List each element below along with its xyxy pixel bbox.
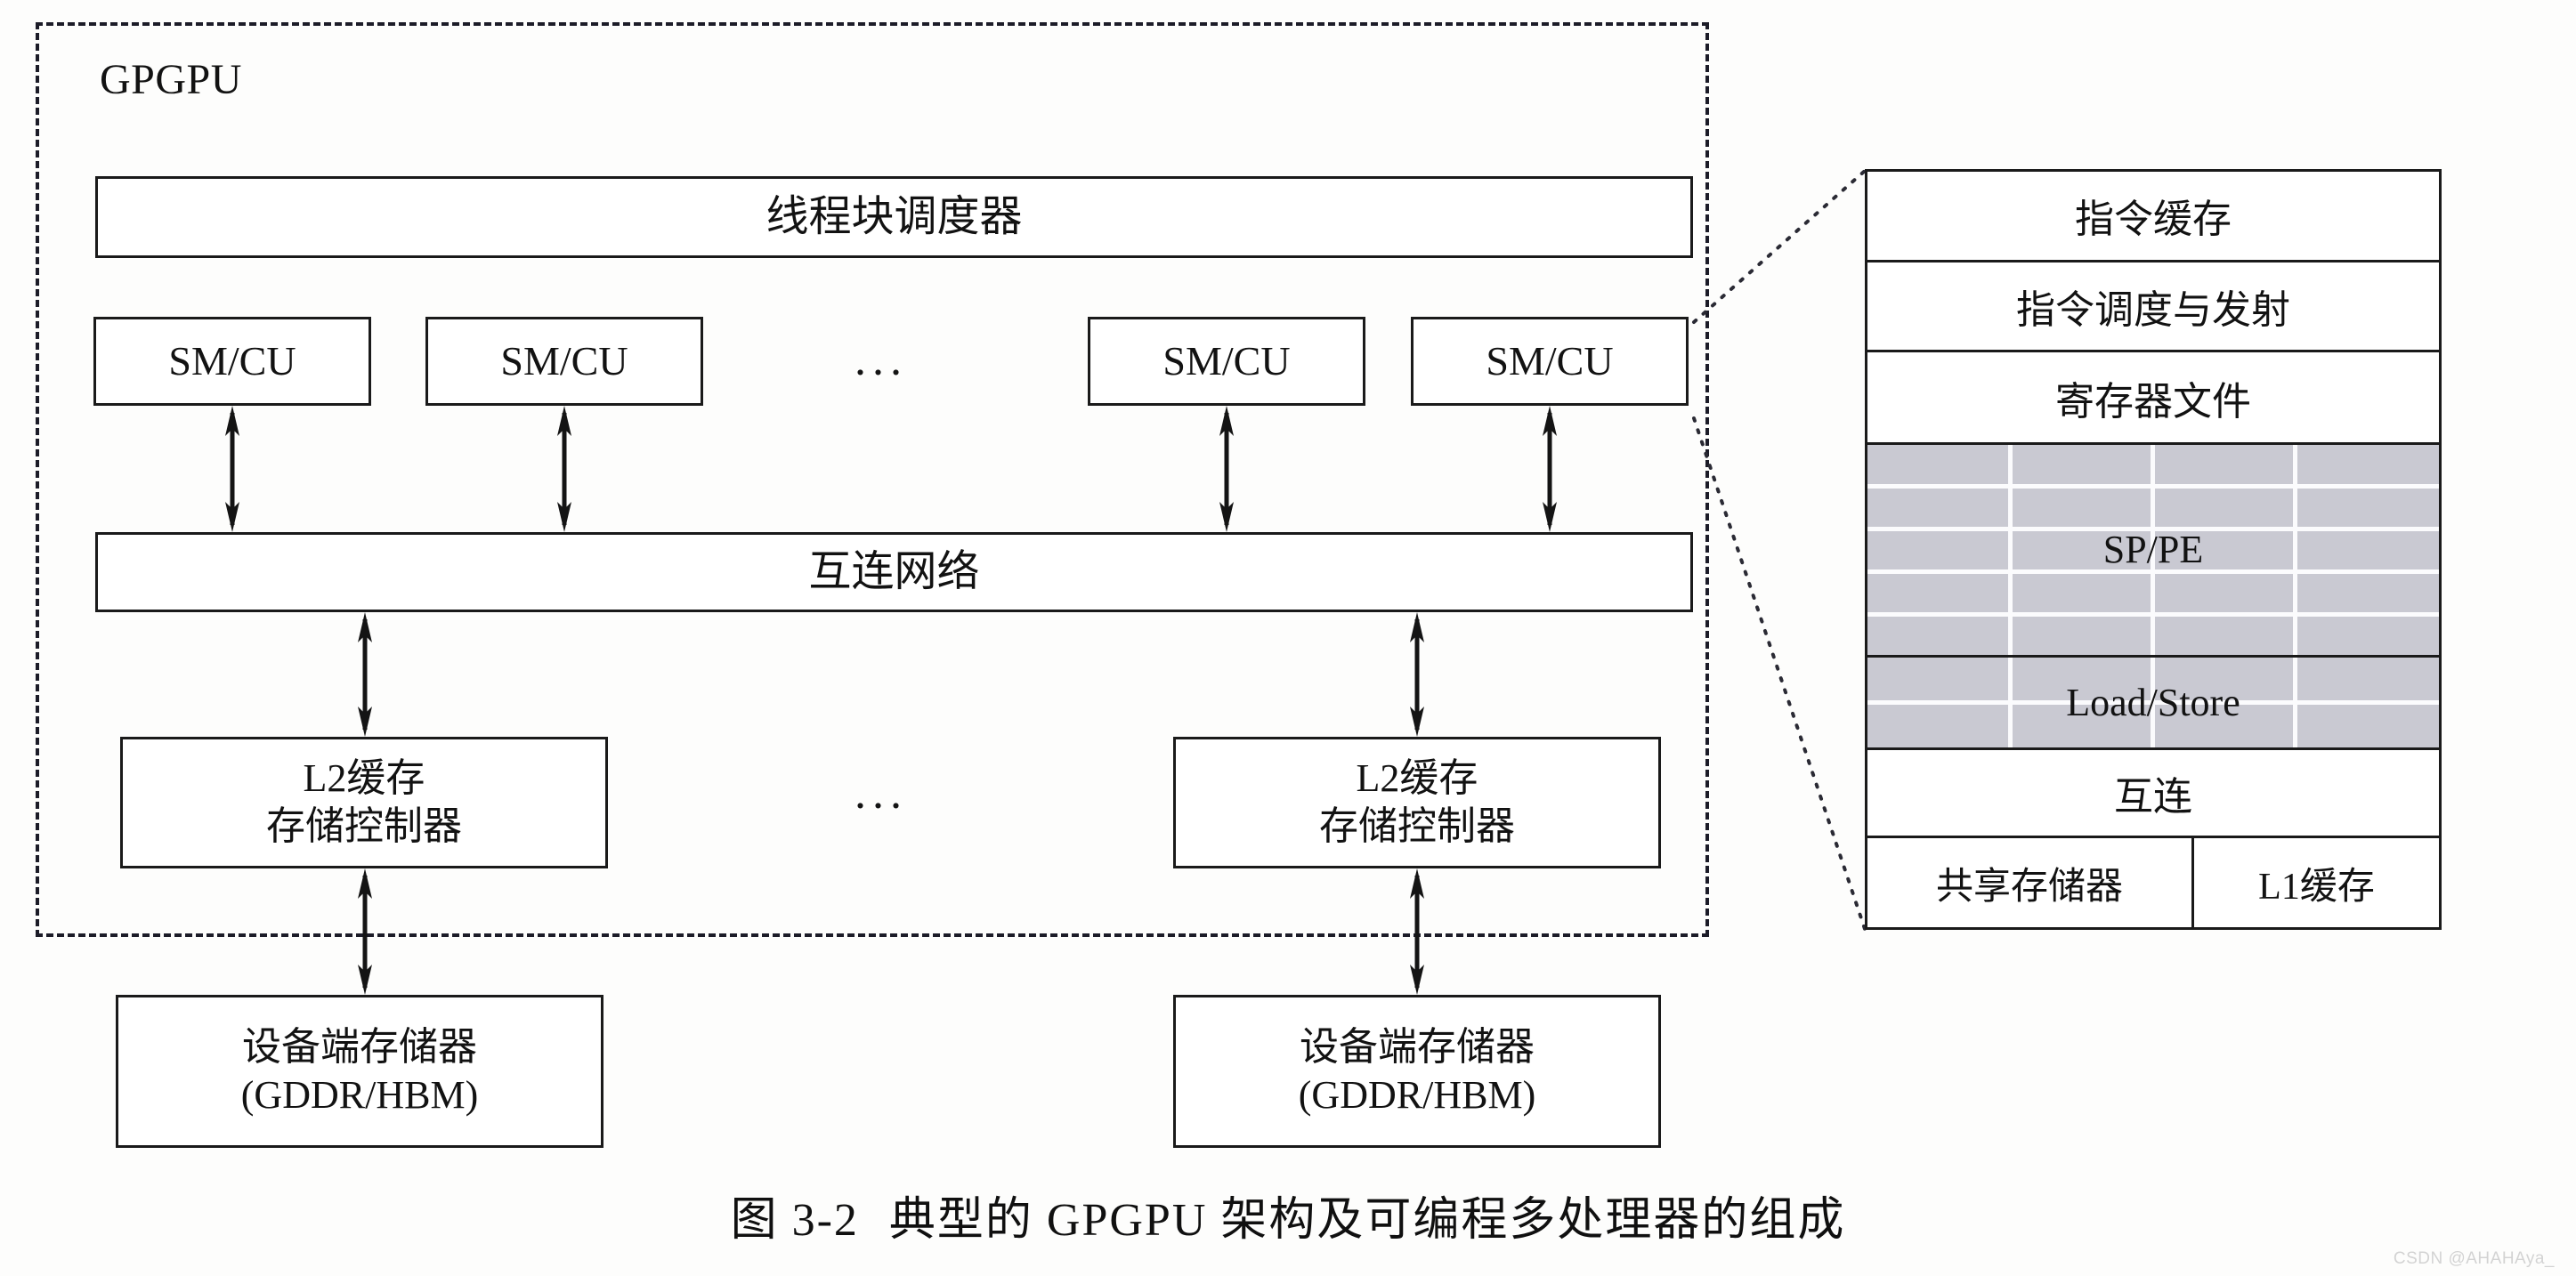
thread-block-scheduler-box: 线程块调度器 — [95, 176, 1693, 258]
sm-cu-label-1: SM/CU — [168, 337, 296, 384]
arrow-sm3-interconnect — [1214, 406, 1239, 532]
l2-ellipsis: ... — [855, 768, 908, 819]
load-store-label: Load/Store — [2066, 680, 2240, 724]
arrow-l2-devmem-2 — [1405, 868, 1430, 995]
sm-cu-detail-panel: 指令缓存 指令调度与发射 寄存器文件 SP/PE Load/Store 互连 共… — [1865, 169, 2442, 930]
interconnect-network-label: 互连网络 — [808, 547, 980, 595]
arrow-sm4-interconnect — [1537, 406, 1562, 532]
panel-row-interconnect: 互连 — [1867, 749, 2439, 839]
sm-cu-label-3: SM/CU — [1162, 337, 1291, 384]
sm-cu-unit-2: SM/CU — [425, 317, 703, 406]
l2-cache-label-1: L2缓存 — [303, 756, 425, 801]
device-memory-type-1: (GDDR/HBM) — [240, 1073, 479, 1117]
register-file-label: 寄存器文件 — [2055, 379, 2251, 424]
watermark: CSDN @AHAHAya_ — [2393, 1249, 2555, 1268]
panel-row-sp-pe: SP/PE — [1867, 444, 2439, 658]
device-memory-label-2: 设备端存储器 — [1300, 1025, 1535, 1070]
arrow-interconnect-l2-1 — [352, 612, 377, 737]
panel-row-instruction-schedule-dispatch: 指令调度与发射 — [1867, 262, 2439, 353]
panel-row-register-file: 寄存器文件 — [1867, 352, 2439, 445]
l2-cache-controller-1: L2缓存 存储控制器 — [120, 737, 608, 868]
figure-caption: 图 3-2 典型的 GPGPU 架构及可编程多处理器的组成 — [0, 1182, 2576, 1248]
interconnect-network-box: 互连网络 — [95, 532, 1693, 612]
device-memory-1: 设备端存储器 (GDDR/HBM) — [116, 995, 603, 1148]
l2-cache-label-2: L2缓存 — [1356, 756, 1478, 801]
sm-cu-label-4: SM/CU — [1486, 337, 1614, 384]
arrow-sm1-interconnect — [220, 406, 245, 532]
figure-caption-number: 图 3-2 — [730, 1195, 859, 1246]
device-memory-type-2: (GDDR/HBM) — [1298, 1073, 1536, 1117]
sm-cu-ellipsis: ... — [855, 335, 908, 385]
panel-interconnect-label: 互连 — [2114, 775, 2192, 820]
memory-controller-label-1: 存储控制器 — [266, 804, 462, 848]
memory-controller-label-2: 存储控制器 — [1319, 804, 1515, 848]
arrow-interconnect-l2-2 — [1405, 612, 1430, 737]
gpgpu-label: GPGPU — [100, 56, 242, 103]
arrow-sm2-interconnect — [552, 406, 577, 532]
sm-cu-unit-3: SM/CU — [1088, 317, 1365, 406]
figure-caption-text: 典型的 GPGPU 架构及可编程多处理器的组成 — [888, 1195, 1846, 1246]
shared-memory-label: 共享存储器 — [1935, 866, 2123, 908]
instruction-schedule-dispatch-label: 指令调度与发射 — [2016, 287, 2290, 332]
sm-cu-unit-4: SM/CU — [1411, 317, 1689, 406]
panel-row-load-store: Load/Store — [1867, 658, 2439, 750]
sm-cu-unit-1: SM/CU — [93, 317, 371, 406]
thread-block-scheduler-label: 线程块调度器 — [766, 192, 1023, 240]
l2-cache-controller-2: L2缓存 存储控制器 — [1173, 737, 1661, 868]
panel-row-memory: 共享存储器 L1缓存 — [1867, 838, 2439, 927]
l1-cache-label: L1缓存 — [2258, 866, 2375, 908]
device-memory-label-1: 设备端存储器 — [242, 1025, 477, 1070]
l1-cache-cell: L1缓存 — [2194, 838, 2439, 927]
sp-pe-label: SP/PE — [2102, 528, 2204, 572]
shared-memory-cell: 共享存储器 — [1867, 838, 2194, 927]
figure-canvas: GPGPU 线程块调度器 SM/CU SM/CU ... SM/CU SM/CU — [0, 0, 2576, 1276]
device-memory-2: 设备端存储器 (GDDR/HBM) — [1173, 995, 1661, 1148]
sm-cu-label-2: SM/CU — [500, 337, 628, 384]
instruction-cache-label: 指令缓存 — [2075, 198, 2232, 242]
arrow-l2-devmem-1 — [352, 868, 377, 995]
panel-row-instruction-cache: 指令缓存 — [1867, 172, 2439, 262]
